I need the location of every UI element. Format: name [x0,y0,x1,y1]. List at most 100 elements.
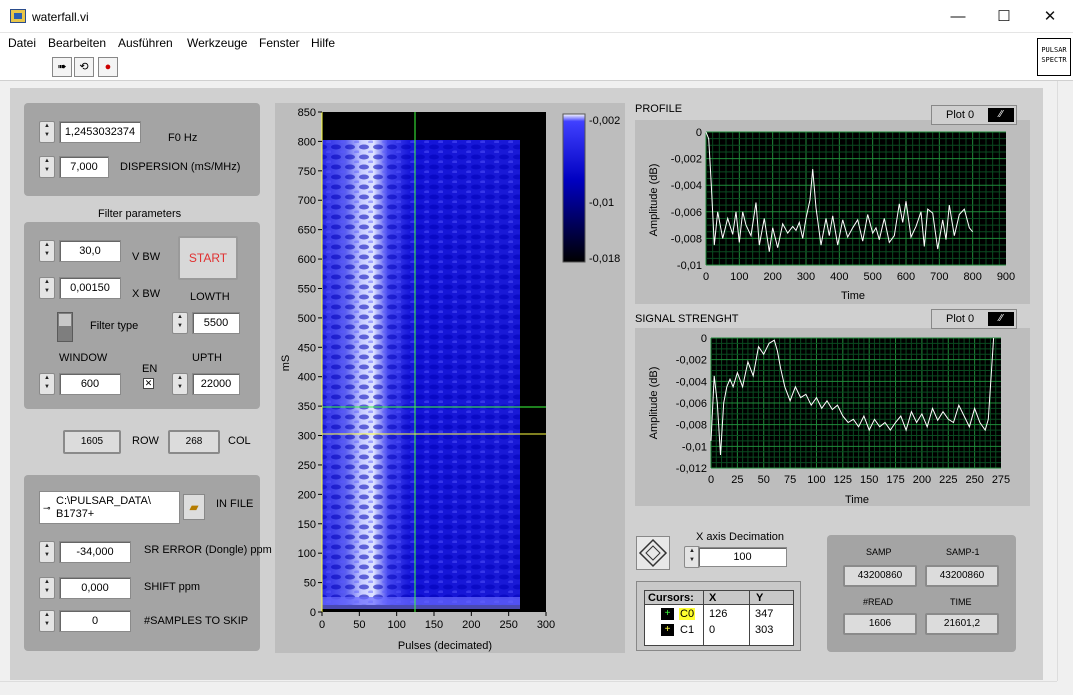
lowth-stepper[interactable]: ▲ ▼ [172,312,188,334]
waterfall-y-tick-label: 300 [298,431,316,443]
menu-bearbeiten[interactable]: Bearbeiten [48,36,106,50]
f0-input[interactable]: 1,2453032374 [59,121,141,143]
y-tick-label: -0,01 [677,260,702,272]
vi-icon-line2: SPECTR [1041,56,1067,64]
profile-x-ticks: 0 100 200 300 400 500 600 700 800 900 [703,271,1015,283]
waterfall-y-tick-label: 50 [304,578,316,590]
waterfall-x-tick-label: 50 [353,619,365,631]
waterfall-y-tick-label: 500 [298,313,316,325]
signal-legend[interactable]: Plot 0 ∕∕ [931,309,1017,329]
shift-label: SHIFT ppm [144,581,201,593]
dispersion-stepper[interactable]: ▲ ▼ [39,156,55,178]
f0-stepper[interactable]: ▲ ▼ [39,121,55,143]
y-tick-label: -0,004 [676,376,707,388]
cursor-header-y: Y [756,592,764,604]
y-tick-label: -0,002 [676,355,707,367]
decimation-input[interactable]: 100 [698,547,787,567]
sr-error-input[interactable]: -34,000 [59,541,131,563]
waterfall-y-tick-label: 650 [298,225,316,237]
y-tick-label: -0,008 [671,233,702,245]
signal-title: SIGNAL STRENGHT [635,313,739,325]
minimize-button[interactable]: — [935,0,981,33]
colorbar-label-top: -0,002 [589,115,620,127]
xbw-label: X BW [132,288,161,300]
y-tick-label: -0,002 [671,154,702,166]
waterfall-y-tick-label: 800 [298,136,316,148]
infile-path-input[interactable]: ⊸ C:\PULSAR_DATA\ B1737+ [39,491,180,524]
dispersion-input[interactable]: 7,000 [59,156,109,178]
horizontal-scrollbar[interactable] [0,681,1057,695]
profile-graph[interactable]: 0 -0,002 -0,004 -0,006 -0,008 -0,01 0 100 200 30… [635,120,1030,304]
menu-datei[interactable]: Datei [8,36,36,50]
skip-label: #SAMPLES TO SKIP [144,615,249,627]
cursor-header-x: X [709,592,717,604]
menu-fenster[interactable]: Fenster [259,36,300,50]
skip-input[interactable]: 0 [59,610,131,632]
x-tick-label: 0 [708,474,714,486]
path-browse-icon: ⊸ [43,503,51,513]
cursor-row[interactable]: + C0 126 347 [645,607,793,622]
menu-hilfe[interactable]: Hilfe [311,36,335,50]
skip-stepper[interactable]: ▲ ▼ [39,610,55,632]
colorbar-label-mid: -0,01 [589,197,614,209]
waterfall-y-tick-label: 550 [298,283,316,295]
shift-stepper[interactable]: ▲ ▼ [39,577,55,599]
start-button[interactable]: START [178,236,238,280]
infile-label: IN FILE [216,498,254,510]
toolbar: ➠ ⟲ ● [0,53,1073,81]
read-indicator: 1606 [843,613,917,635]
menu-ausfuehren[interactable]: Ausführen [118,36,173,50]
xbw-stepper[interactable]: ▲ ▼ [39,277,55,299]
waterfall-bottom-band [322,597,520,609]
waterfall-y-tick-label: 750 [298,166,316,178]
signal-x-label: Time [845,494,869,506]
cursor-table: Cursors: X Y + C0 126 347 + C1 0 303 [644,590,794,646]
signal-graph[interactable]: 0 -0,002 -0,004 -0,006 -0,008 -0,01 -0,012 0 25… [635,328,1030,506]
y-tick-label: -0,008 [676,420,707,432]
infile-path-line2: B1737+ [56,508,95,520]
close-button[interactable]: ✕ [1027,0,1073,33]
x-tick-label: 225 [939,474,957,486]
col-indicator: 268 [168,430,220,454]
en-label: EN [142,363,158,375]
profile-y-ticks: 0 -0,002 -0,004 -0,006 -0,008 -0,01 [671,127,702,272]
colorbar-label-bottom: -0,018 [589,253,620,265]
shift-input[interactable]: 0,000 [59,577,131,599]
waterfall-graph[interactable]: 0501001502002503003504004505005506006507… [275,103,625,653]
menu-werkzeuge[interactable]: Werkzeuge [187,36,247,50]
abort-button[interactable]: ● [98,57,118,77]
upth-input[interactable]: 22000 [192,373,240,395]
window-input[interactable]: 600 [59,373,121,395]
cursor-c1-name: C1 [680,624,695,636]
run-button[interactable]: ➠ [52,57,72,77]
cursor-c0-x: 126 [709,608,728,620]
x-tick-label: 50 [758,474,770,486]
samp1-label: SAMP-1 [946,547,980,557]
upth-stepper[interactable]: ▲ ▼ [172,373,188,395]
sr-error-stepper[interactable]: ▲ ▼ [39,541,55,563]
vbw-stepper[interactable]: ▲ ▼ [39,240,55,262]
window-stepper[interactable]: ▲ ▼ [39,373,55,395]
folder-browse-icon[interactable]: ▰ [183,494,205,520]
vertical-scrollbar[interactable] [1057,81,1073,681]
filter-type-switch[interactable] [57,312,73,342]
vbw-input[interactable]: 30,0 [59,240,121,262]
run-continuously-button[interactable]: ⟲ [74,57,94,77]
cursor-table-header: Cursors: X Y [645,591,793,605]
lowth-input[interactable]: 5500 [192,312,240,334]
maximize-button[interactable]: ☐ [981,0,1027,33]
window-title: waterfall.vi [32,10,89,24]
x-tick-label: 175 [886,474,904,486]
cursor-row[interactable]: + C1 0 303 [645,623,793,638]
waterfall-x-label: Pulses (decimated) [398,640,492,652]
profile-y-label: Amplitude (dB) [648,164,660,237]
x-tick-label: 200 [913,474,931,486]
graph-navigator-icon[interactable] [636,536,670,570]
waterfall-x-tick-label: 150 [425,619,443,631]
y-tick-label: 0 [701,333,707,345]
en-checkbox[interactable]: ✕ [143,378,154,389]
x-tick-label: 800 [963,271,981,283]
xbw-input[interactable]: 0,00150 [59,277,121,299]
cursor-c1-y: 303 [755,624,774,636]
filter-type-switch-knob [59,314,71,326]
